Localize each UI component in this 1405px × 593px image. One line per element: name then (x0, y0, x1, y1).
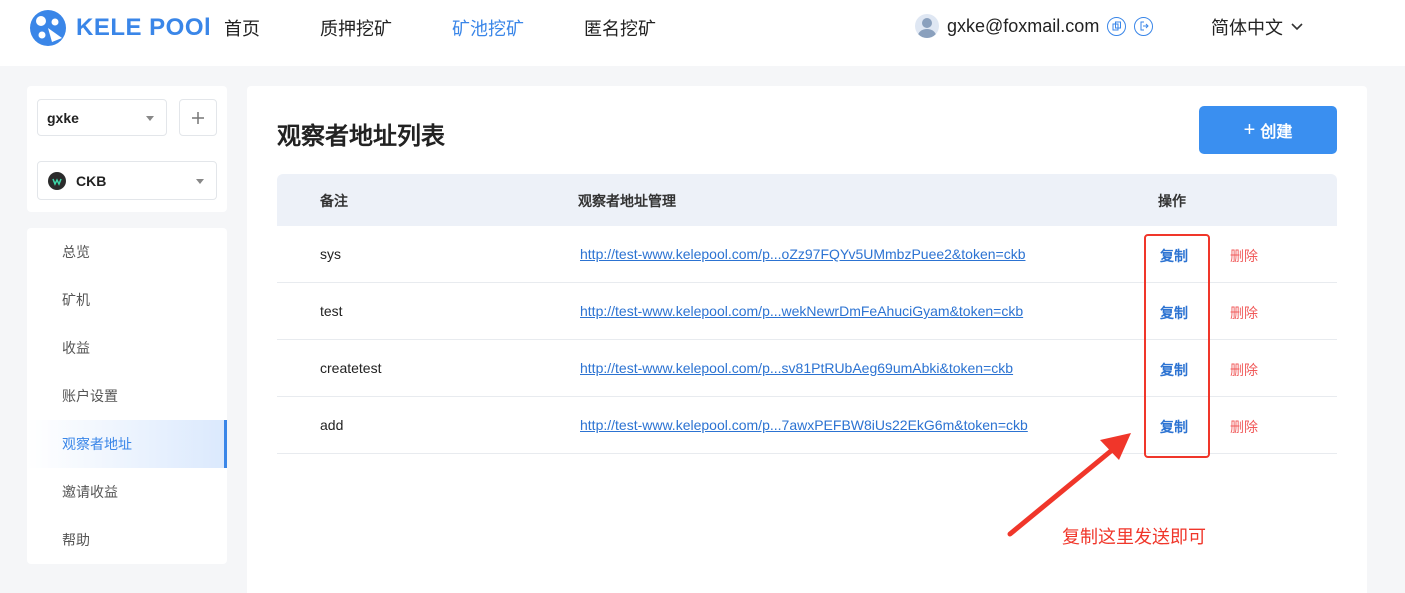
annotation-text: 复制这里发送即可 (1062, 527, 1206, 547)
copy-icon[interactable] (1107, 16, 1127, 36)
plus-icon: + (1243, 118, 1256, 141)
row-remark: add (320, 417, 344, 433)
coin-select-value: CKB (76, 172, 107, 189)
logo[interactable]: KELE POOl (28, 8, 211, 48)
page-title: 观察者地址列表 (277, 123, 445, 150)
sidebar-item-invite-earnings[interactable]: 邀请收益 (27, 468, 227, 516)
row-observer-link[interactable]: http://test-www.kelepool.com/p...wekNewr… (580, 303, 1023, 319)
sidebar-menu: 总览 矿机 收益 账户设置 观察者地址 邀请收益 帮助 (27, 228, 227, 564)
sidebar-item-miners[interactable]: 矿机 (27, 276, 227, 324)
top-header: KELE POOl 首页 质押挖矿 矿池挖矿 匿名挖矿 gxke@foxmail… (0, 0, 1405, 66)
account-select-value: gxke (47, 109, 79, 126)
brand-name: KELE POOl (76, 14, 212, 41)
row-remark: test (320, 303, 343, 319)
coin-select[interactable]: CKB (37, 161, 217, 200)
header-remark: 备注 (320, 193, 348, 209)
nav-anonymous-mining[interactable]: 匿名挖矿 (584, 15, 656, 41)
header-actions: 操作 (1158, 193, 1186, 209)
caret-down-icon (196, 178, 204, 184)
add-account-button[interactable] (179, 99, 217, 136)
ckb-coin-icon (48, 171, 66, 190)
nav-home[interactable]: 首页 (224, 15, 260, 41)
row-remark: sys (320, 246, 341, 262)
nav-staking-mining[interactable]: 质押挖矿 (320, 15, 392, 41)
sidebar-item-overview[interactable]: 总览 (27, 228, 227, 276)
table-header: 备注 观察者地址管理 操作 (277, 174, 1337, 226)
row-observer-link[interactable]: http://test-www.kelepool.com/p...oZz97FQ… (580, 246, 1025, 262)
delete-button[interactable]: 删除 (1230, 360, 1258, 380)
logout-icon[interactable] (1134, 16, 1154, 36)
sidebar-item-earnings[interactable]: 收益 (27, 324, 227, 372)
language-label: 简体中文 (1211, 18, 1283, 38)
caret-down-icon (146, 115, 154, 121)
sidebar-item-help[interactable]: 帮助 (27, 516, 227, 564)
account-select[interactable]: gxke (37, 99, 167, 136)
delete-button[interactable]: 删除 (1230, 246, 1258, 266)
annotation-highlight-box (1144, 234, 1210, 458)
row-observer-link[interactable]: http://test-www.kelepool.com/p...7awxPEF… (580, 417, 1028, 433)
avatar[interactable] (915, 14, 939, 38)
row-observer-link[interactable]: http://test-www.kelepool.com/p...sv81PtR… (580, 360, 1013, 376)
create-button-label: 创建 (1260, 124, 1293, 141)
header-address: 观察者地址管理 (578, 193, 676, 209)
sidebar-item-observer-address[interactable]: 观察者地址 (27, 420, 227, 468)
logo-icon (30, 10, 66, 46)
chevron-down-icon (1291, 23, 1303, 31)
delete-button[interactable]: 删除 (1230, 417, 1258, 437)
sidebar-item-account-settings[interactable]: 账户设置 (27, 372, 227, 420)
delete-button[interactable]: 删除 (1230, 303, 1258, 323)
create-button[interactable]: + 创建 (1199, 106, 1337, 154)
user-email: gxke@foxmail.com (947, 15, 1100, 36)
plus-icon (192, 111, 204, 124)
language-selector[interactable]: 简体中文 (1211, 14, 1303, 40)
nav-pool-mining[interactable]: 矿池挖矿 (452, 15, 524, 41)
user-info: gxke@foxmail.com (915, 14, 1154, 38)
row-remark: createtest (320, 360, 382, 376)
